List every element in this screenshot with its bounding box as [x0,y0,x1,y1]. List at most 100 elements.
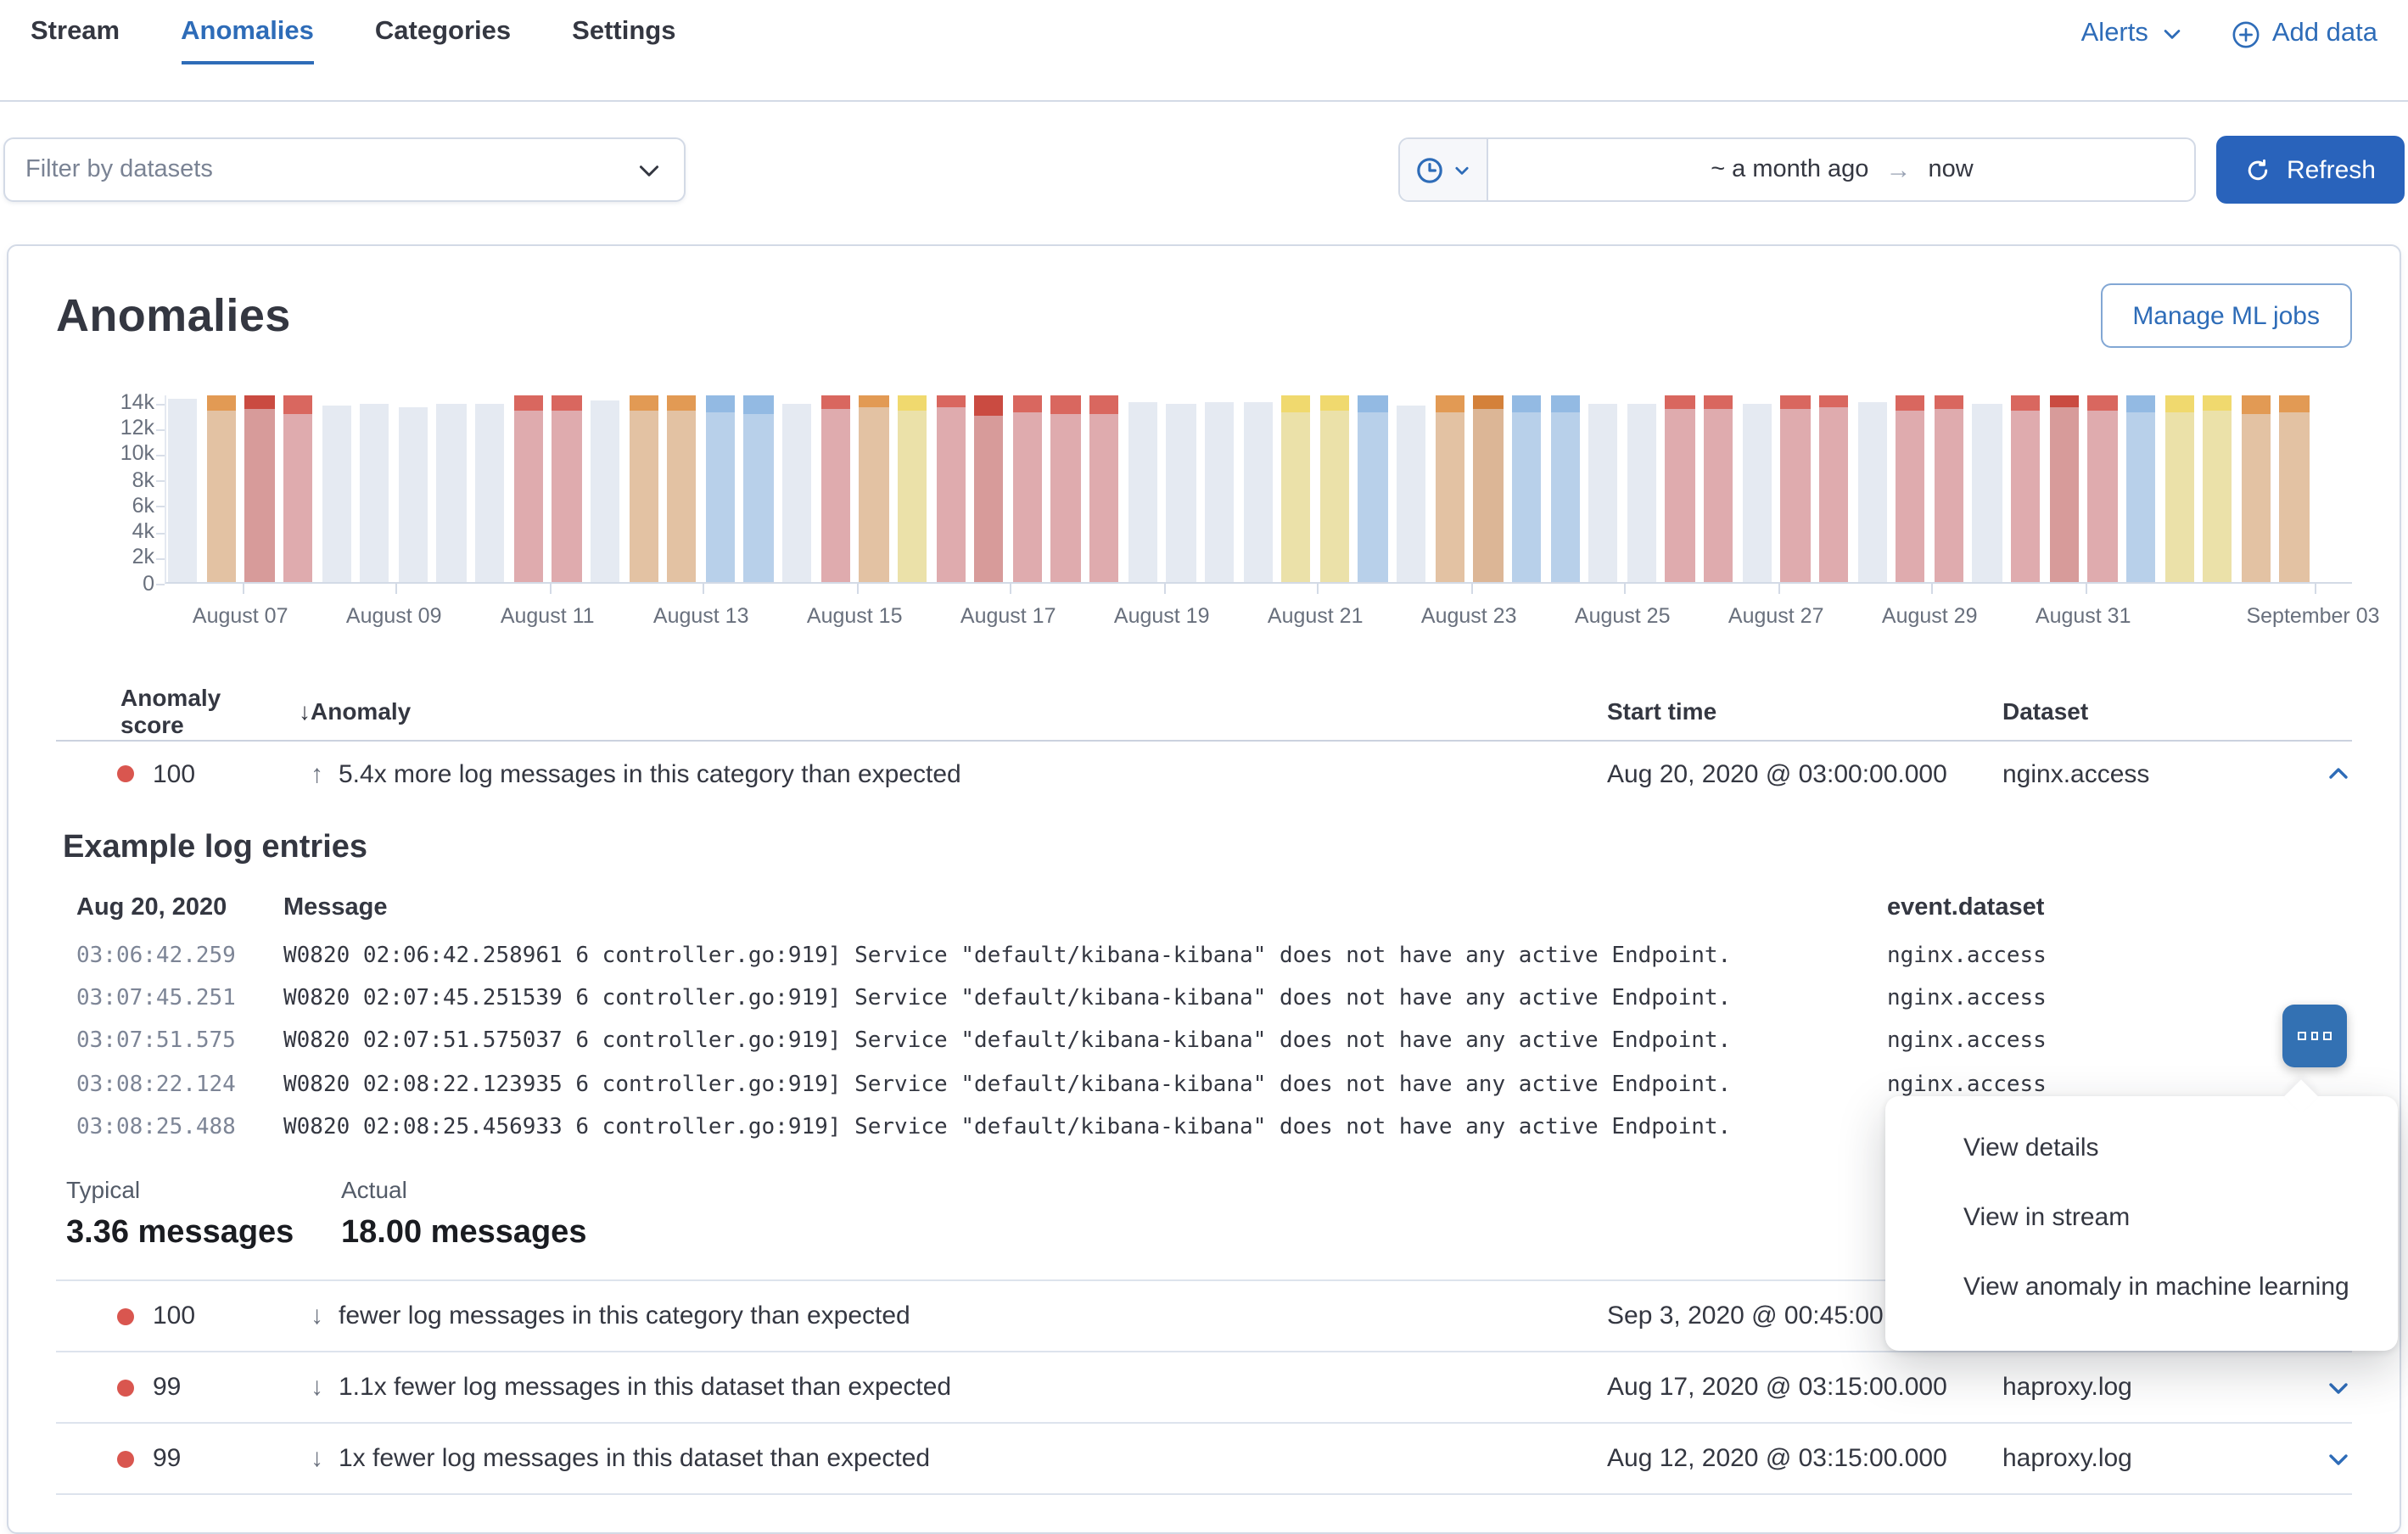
date-range-display[interactable]: ~ a month ago → now [1489,139,2195,200]
chart-bar[interactable] [2011,395,2041,582]
log-entry-row[interactable]: 03:07:51.575W0820 02:07:51.575037 6 cont… [76,1021,2349,1063]
chart-bar[interactable] [1627,395,1657,582]
log-message-header: Message [283,894,1887,921]
expand-row-button[interactable] [2308,1362,2369,1413]
menu-item-view-in-stream[interactable]: View in stream [1885,1183,2398,1252]
chart-bar[interactable] [1588,395,1618,582]
anomaly-score-cell: 100 [56,759,311,788]
menu-item-view-details[interactable]: View details [1885,1113,2398,1183]
chart-bar[interactable] [1474,395,1504,582]
x-axis-tick-label: August 31 [2036,604,2131,628]
chart-bar[interactable] [1128,395,1157,582]
chart-bar[interactable] [1819,395,1849,582]
chart-bar[interactable] [2049,395,2079,582]
tab-settings[interactable]: Settings [572,17,675,64]
chart-bar[interactable] [744,395,774,582]
chart-bar[interactable] [706,395,736,582]
chart-plot-area [165,395,2352,584]
chart-bar[interactable] [1281,395,1311,582]
chart-bar[interactable] [936,395,966,582]
chart-bar[interactable] [245,395,275,582]
date-range-end[interactable]: now [1928,156,1973,183]
chart-bar[interactable] [322,395,351,582]
refresh-button[interactable]: Refresh [2217,136,2405,204]
y-axis-tick-label: 12k [56,417,154,440]
menu-item-view-anomaly-in-machine-learning[interactable]: View anomaly in machine learning [1885,1252,2398,1322]
boxes-horizontal-icon [2299,1033,2306,1040]
log-entry-row[interactable]: 03:06:42.259W0820 02:06:42.258961 6 cont… [76,935,2349,977]
chart-bar[interactable] [860,395,889,582]
tab-categories[interactable]: Categories [375,17,511,64]
chart-bar[interactable] [1243,395,1273,582]
chart-bar[interactable] [1512,395,1542,582]
chart-bar[interactable] [1205,395,1235,582]
chart-bar[interactable] [974,395,1004,582]
chart-bar[interactable] [437,395,467,582]
x-axis-tick-label: August 09 [346,604,442,628]
chart-bar[interactable] [1896,395,1925,582]
chart-bar[interactable] [1089,395,1119,582]
chart-bar[interactable] [360,395,389,582]
chart-bar[interactable] [513,395,543,582]
chart-bar[interactable] [475,395,505,582]
chart-bar[interactable] [1973,395,2002,582]
chart-bar[interactable] [1550,395,1580,582]
chart-bar[interactable] [1013,395,1043,582]
dataset-filter-select[interactable]: Filter by datasets [3,137,686,202]
chart-bar[interactable] [2126,395,2156,582]
chart-bar[interactable] [1167,395,1196,582]
chart-bar[interactable] [1857,395,1887,582]
date-range-start[interactable]: ~ a month ago [1711,156,1868,183]
alerts-menu-button[interactable]: Alerts [2081,19,2184,49]
chart-bar[interactable] [168,395,198,582]
anomaly-row[interactable]: 100 ↑ 5.4x more log messages in this cat… [56,742,2352,806]
add-data-button[interactable]: Add data [2232,19,2377,49]
manage-ml-jobs-button[interactable]: Manage ML jobs [2100,283,2352,348]
chart-bar[interactable] [820,395,850,582]
chart-bar[interactable] [591,395,620,582]
chart-bar[interactable] [1435,395,1464,582]
collapse-row-button[interactable] [2308,748,2369,799]
chart-bar[interactable] [1320,395,1350,582]
quick-select-time-button[interactable] [1401,139,1489,200]
chart-bar[interactable] [2242,395,2271,582]
log-timestamp: 03:06:42.259 [76,935,283,977]
chart-bar[interactable] [898,395,927,582]
chart-bar[interactable] [552,395,582,582]
log-message: W0820 02:08:25.456933 6 controller.go:91… [283,1106,1887,1149]
anomalies-histogram-chart: 14k12k10k8k6k4k2k0August 07August 09Augu… [56,375,2352,633]
column-anomaly-score[interactable]: Anomaly score ↓ [56,683,311,737]
chart-bar[interactable] [1935,395,1964,582]
chart-bar[interactable] [782,395,812,582]
chart-bar[interactable] [1358,395,1388,582]
add-data-label: Add data [2272,19,2377,49]
tab-stream[interactable]: Stream [31,17,120,64]
anomaly-dataset: haproxy.log [2002,1444,2308,1473]
chart-bar[interactable] [2164,395,2194,582]
chevron-down-icon [2325,1445,2352,1472]
tab-anomalies[interactable]: Anomalies [181,17,314,64]
log-entry-row[interactable]: 03:07:45.251W0820 02:07:45.251539 6 cont… [76,977,2349,1020]
chart-bar[interactable] [629,395,658,582]
chart-bar[interactable] [1051,395,1081,582]
chart-bar[interactable] [1397,395,1426,582]
anomaly-row[interactable]: 99↓1.1x fewer log messages in this datas… [56,1352,2352,1424]
chart-bar[interactable] [2203,395,2232,582]
chart-bar[interactable] [283,395,313,582]
chart-bar[interactable] [1704,395,1733,582]
chart-bar[interactable] [1781,395,1811,582]
log-entry-actions-button[interactable] [2282,1005,2347,1067]
chevron-down-icon [2160,22,2184,46]
chart-bar[interactable] [1742,395,1772,582]
anomaly-row[interactable]: 99↓1x fewer log messages in this dataset… [56,1424,2352,1495]
chart-bar[interactable] [2088,395,2118,582]
chart-bar[interactable] [2280,395,2310,582]
log-entries-header: Aug 20, 2020 Message event.dataset [59,894,2349,921]
chart-bar[interactable] [667,395,697,582]
x-axis-tick-label: August 13 [653,604,749,628]
chart-bar[interactable] [206,395,236,582]
chart-bar[interactable] [1666,395,1695,582]
expand-row-button[interactable] [2308,1433,2369,1484]
column-anomaly: Anomaly [311,697,1607,724]
chart-bar[interactable] [399,395,428,582]
